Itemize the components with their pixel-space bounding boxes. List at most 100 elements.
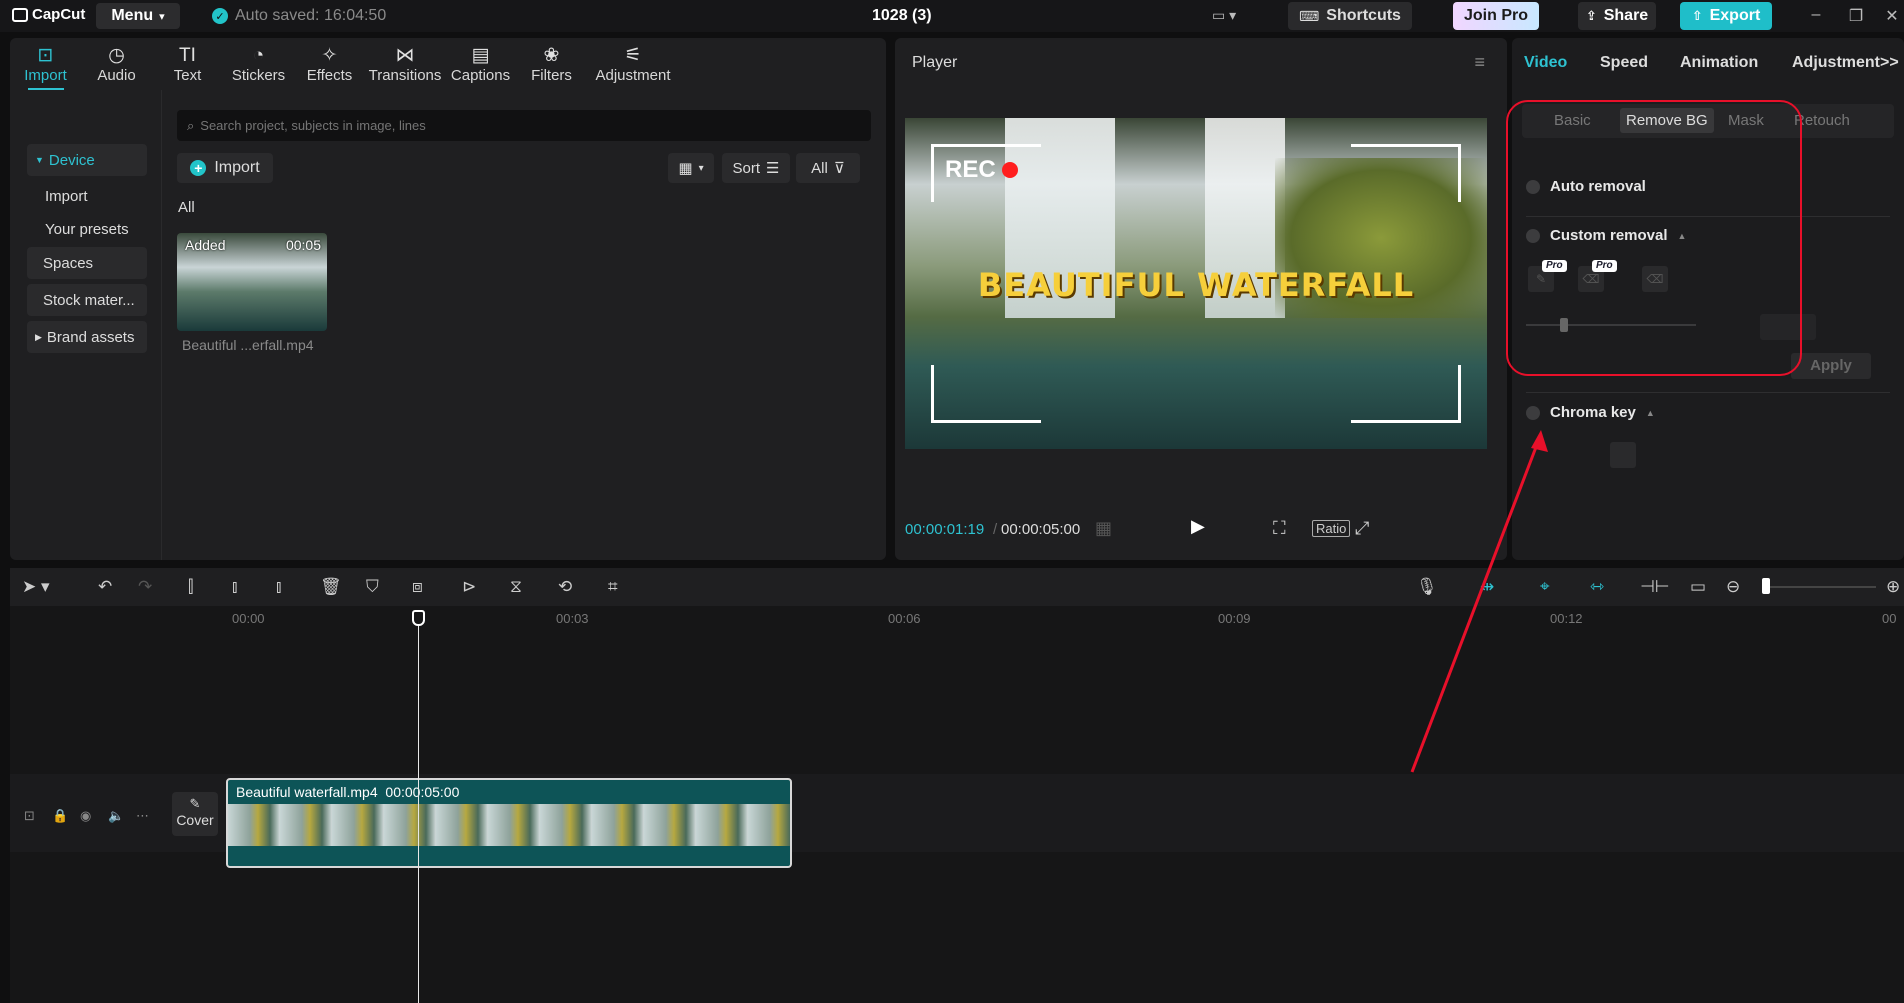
timeline-toolbar: ➤ ▾ ↶ ↷ ⫿ ⫾ ⫾ 🗑 ⛉ ⧈ ⊳ ⧖ ⟲ ⌗ 🎙 ⇹ ⌖ ⇿ ⊣⊢ ▭… [10, 568, 1904, 606]
sort-button[interactable]: Sort ☰ [722, 153, 790, 183]
nav-label: Brand assets [46, 328, 135, 346]
time-ruler[interactable]: 00:00 00:03 00:06 00:09 00:12 00 [10, 606, 1904, 630]
reverse-icon[interactable]: ⊳ [462, 577, 476, 597]
preview-axis-icon[interactable]: ▭ [1690, 577, 1706, 597]
nav-import[interactable]: Import [27, 180, 147, 212]
nav-label: Device [48, 151, 95, 169]
apply-button[interactable]: Apply [1791, 353, 1871, 379]
split-icon[interactable]: ⫿ [188, 577, 193, 597]
main-track-magnet-icon[interactable]: ⇹ [1480, 577, 1494, 597]
zoom-slider-handle[interactable] [1762, 578, 1770, 594]
track-toggle-icon[interactable]: ⊡ [24, 808, 35, 824]
autosave-status: ✓ Auto saved: 16:04:50 [212, 7, 386, 25]
tab-speed[interactable]: Speed [1600, 54, 1648, 72]
search-bar[interactable]: ⌕ [177, 110, 871, 141]
minimize-icon[interactable]: – [1804, 6, 1828, 24]
chroma-key-option[interactable]: Chroma key ▲ [1526, 404, 1655, 421]
tab-import[interactable]: ⊡ Import [10, 38, 81, 90]
playhead-line[interactable] [418, 616, 419, 1003]
auto-snap-icon[interactable]: ⌖ [1540, 577, 1550, 597]
tab-filters[interactable]: ❀ Filters [516, 38, 587, 90]
undo-icon[interactable]: ↶ [98, 577, 112, 597]
tab-adjustment[interactable]: ⚟ Adjustment [587, 38, 679, 90]
fit-zoom-icon[interactable]: ⛶ [1273, 518, 1286, 539]
frame-corner-tr [1351, 144, 1461, 202]
redo-icon[interactable]: ↷ [138, 577, 152, 597]
chevron-down-icon: ▾ [698, 162, 704, 174]
nav-your-presets[interactable]: Your presets [27, 213, 147, 245]
microphone-icon[interactable]: 🎙 [1416, 577, 1438, 597]
filter-button[interactable]: All ⊽ [796, 153, 860, 183]
nav-label: Your presets [45, 220, 129, 238]
nav-brand-assets[interactable]: ▶ Brand assets [27, 321, 147, 353]
search-input[interactable] [200, 118, 801, 133]
crop-icon[interactable]: ⌗ [608, 577, 618, 597]
close-icon[interactable]: ✕ [1880, 6, 1904, 26]
rotate-icon[interactable]: ⟲ [558, 577, 572, 597]
playhead-handle[interactable] [412, 610, 425, 626]
ratio-button[interactable]: Ratio [1312, 520, 1351, 537]
more-icon[interactable]: ⋯ [136, 808, 149, 824]
video-clip[interactable]: Beautiful waterfall.mp4 00:00:05:00 [226, 778, 792, 868]
tab-captions[interactable]: ▤ Captions [445, 38, 516, 90]
linkage-icon[interactable]: ⇿ [1590, 577, 1604, 597]
chroma-key-radio[interactable] [1526, 405, 1540, 420]
split-left-icon[interactable]: ⫾ [232, 577, 237, 597]
view-toggle-button[interactable]: ▦ ▾ [668, 153, 714, 183]
tab-video[interactable]: Video [1524, 54, 1567, 72]
media-thumbnail[interactable]: Added 00:05 [177, 233, 327, 331]
shortcuts-button[interactable]: ⌨ Shortcuts [1288, 2, 1412, 30]
restore-icon[interactable]: ❐ [1844, 6, 1868, 26]
zoom-in-icon[interactable]: ⊕ [1886, 577, 1900, 597]
delete-icon[interactable]: 🗑 [320, 577, 342, 597]
app-logo: CapCut [12, 6, 85, 23]
marker-icon[interactable]: ⛉ [366, 577, 379, 597]
video-preview[interactable]: REC BEAUTIFUL WATERFALL [905, 118, 1487, 449]
import-button[interactable]: + Import [177, 153, 273, 183]
select-cursor-icon[interactable]: ➤ ▾ [22, 577, 50, 597]
effects-icon: ✧ [321, 45, 338, 66]
menu-button[interactable]: Menu ▾ [96, 3, 180, 29]
frame-corner-br [1351, 365, 1461, 423]
zoom-out-icon[interactable]: ⊖ [1726, 577, 1740, 597]
autosave-text: Auto saved: 16:04:50 [235, 7, 387, 24]
cover-button[interactable]: ✎ Cover [172, 792, 218, 836]
freeze-icon[interactable]: ⧈ [412, 577, 423, 597]
tab-transitions[interactable]: ⋈ Transitions [365, 38, 445, 90]
nav-device[interactable]: ▼ Device [27, 144, 147, 176]
nav-stock-material[interactable]: Stock mater... [27, 284, 147, 316]
divider [1526, 392, 1890, 393]
tab-audio[interactable]: ◷ Audio [81, 38, 152, 90]
tab-text[interactable]: TI Text [152, 38, 223, 90]
eye-icon[interactable]: ◉ [80, 808, 91, 824]
capcut-logo-icon [12, 7, 28, 22]
layout-icon[interactable]: ▭ ▾ [1212, 7, 1252, 25]
fullscreen-icon[interactable]: ⤢ [1355, 518, 1369, 539]
subtab-retouch[interactable]: Retouch [1794, 112, 1850, 129]
timecode-grid-icon[interactable]: ▦ [1095, 518, 1112, 539]
volume-icon[interactable]: 🔈 [108, 808, 124, 824]
color-picker-icon[interactable] [1610, 442, 1636, 468]
align-icon[interactable]: ⊣⊢ [1640, 577, 1670, 597]
tab-stickers[interactable]: ◔ Stickers [223, 38, 294, 90]
lock-icon[interactable]: 🔒 [52, 808, 68, 824]
export-button[interactable]: ⇧ Export [1680, 2, 1772, 30]
sort-label: Sort [732, 159, 761, 177]
record-dot-icon [1001, 162, 1018, 178]
hamburger-icon[interactable]: ≡ [1474, 52, 1485, 73]
title-bar: CapCut Menu ▾ ✓ Auto saved: 16:04:50 102… [0, 0, 1904, 32]
tab-animation[interactable]: Animation [1680, 54, 1758, 72]
keyboard-icon: ⌨ [1299, 7, 1320, 24]
tab-effects[interactable]: ✧ Effects [294, 38, 365, 90]
mirror-icon[interactable]: ⧖ [510, 577, 522, 597]
tab-label: Text [173, 67, 202, 84]
stickers-icon: ◔ [252, 45, 265, 66]
zoom-slider[interactable] [1766, 586, 1876, 588]
nav-spaces[interactable]: Spaces [27, 247, 147, 279]
import-icon: ⊡ [37, 45, 54, 66]
play-button[interactable]: ▶ [1191, 516, 1205, 537]
split-right-icon[interactable]: ⫾ [276, 577, 281, 597]
tab-adjustment[interactable]: Adjustment>> [1792, 54, 1899, 72]
join-pro-button[interactable]: Join Pro [1453, 2, 1539, 30]
share-button[interactable]: ⇪ Share [1578, 2, 1656, 30]
